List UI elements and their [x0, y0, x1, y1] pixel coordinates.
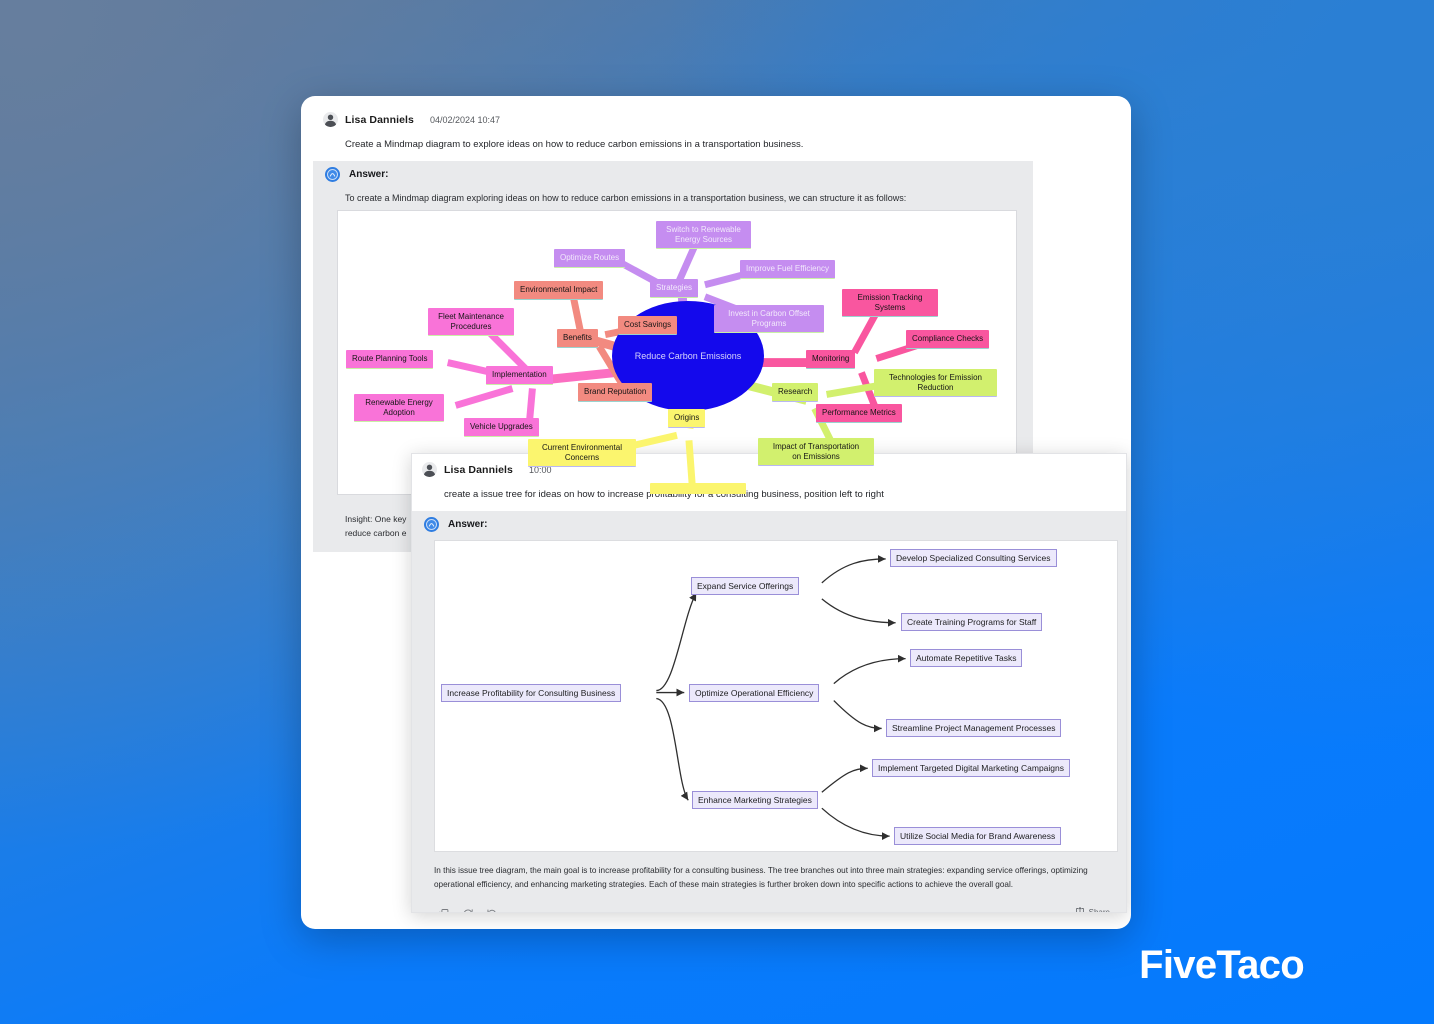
mindmap-node-brand-reputation[interactable]: Brand Reputation [578, 383, 653, 402]
tree-branch-expand-service[interactable]: Expand Service Offerings [691, 577, 800, 596]
mindmap-node-renewable-adoption[interactable]: Renewable Energy Adoption [354, 394, 444, 423]
issue-tree-container: Increase Profitability for Consulting Bu… [412, 538, 1126, 861]
issue-tree-explanation: In this issue tree diagram, the main goa… [412, 860, 1126, 901]
share-icon [1075, 906, 1085, 912]
mindmap-node-performance-metrics[interactable]: Performance Metrics [816, 404, 902, 423]
conversation-card-mindmap: Lisa Danniels 04/02/2024 10:47 Create a … [313, 104, 1033, 553]
copy-icon[interactable] [438, 907, 450, 912]
mindmap-node-environmental-impact[interactable]: Environmental Impact [514, 281, 604, 300]
message-username: Lisa Danniels [345, 113, 414, 126]
mindmap-branch-strategies[interactable]: Strategies [650, 279, 699, 298]
mindmap-node-route-planning-tools[interactable]: Route Planning Tools [346, 350, 434, 369]
ai-assistant-icon [424, 517, 439, 533]
app-window: Lisa Danniels 04/02/2024 10:47 Create a … [301, 96, 1131, 929]
share-button[interactable]: Share [1075, 906, 1110, 913]
undo-icon[interactable] [486, 907, 498, 912]
tree-leaf-develop-specialized[interactable]: Develop Specialized Consulting Services [890, 549, 1057, 568]
ai-assistant-icon [325, 167, 340, 183]
tree-leaf-streamline-pm[interactable]: Streamline Project Management Processes [886, 719, 1062, 738]
conversation-card-issue-tree: Lisa Danniels 10:00 create a issue tree … [411, 453, 1127, 913]
mindmap-node-switch-renewable[interactable]: Switch to Renewable Energy Sources [656, 221, 751, 250]
answer-label: Answer: [349, 169, 389, 181]
tree-root-node[interactable]: Increase Profitability for Consulting Bu… [441, 684, 622, 703]
mindmap-node-carbon-offset[interactable]: Invest in Carbon Offset Programs [714, 305, 824, 334]
mindmap-node-hidden[interactable] [650, 483, 746, 495]
toolbar-actions [438, 907, 498, 912]
mindmap-node-improve-fuel[interactable]: Improve Fuel Efficiency [740, 260, 835, 279]
mindmap-branch-research[interactable]: Research [772, 383, 819, 402]
brand-logo: FiveTaco [1139, 943, 1305, 987]
message-header: Lisa Danniels 04/02/2024 10:47 [313, 104, 1033, 129]
mindmap-branch-origins[interactable]: Origins [668, 409, 706, 428]
regenerate-icon[interactable] [462, 907, 474, 912]
answer-intro-text: To create a Mindmap diagram exploring id… [313, 188, 1033, 211]
mindmap-node-vehicle-upgrades[interactable]: Vehicle Upgrades [464, 418, 539, 437]
answer-toolbar: Share [412, 900, 1126, 913]
mindmap-container: Reduce Carbon Emissions Strategies Switc… [313, 210, 1033, 506]
user-prompt-text: Create a Mindmap diagram to explore idea… [345, 139, 804, 150]
tree-leaf-automate-tasks[interactable]: Automate Repetitive Tasks [910, 649, 1023, 668]
answer-header: Answer: [313, 161, 1033, 189]
issue-tree-canvas: Increase Profitability for Consulting Bu… [434, 540, 1118, 853]
tree-branch-optimize-operational[interactable]: Optimize Operational Efficiency [689, 684, 820, 703]
tree-leaf-digital-marketing[interactable]: Implement Targeted Digital Marketing Cam… [872, 759, 1070, 778]
mindmap-branch-benefits[interactable]: Benefits [557, 329, 598, 348]
mindmap-node-cost-savings[interactable]: Cost Savings [618, 316, 678, 335]
mindmap-node-technologies-emission[interactable]: Technologies for Emission Reduction [874, 369, 997, 398]
mindmap-node-compliance-checks[interactable]: Compliance Checks [906, 330, 990, 349]
mindmap-node-fleet-maintenance[interactable]: Fleet Maintenance Procedures [428, 308, 514, 337]
share-label: Share [1088, 908, 1110, 913]
mindmap-node-current-environmental[interactable]: Current Environmental Concerns [528, 439, 636, 468]
tree-leaf-create-training[interactable]: Create Training Programs for Staff [901, 613, 1043, 632]
answer-header-2: Answer: [412, 511, 1126, 539]
mindmap-node-optimize-routes[interactable]: Optimize Routes [554, 249, 626, 268]
mindmap-node-impact-transportation[interactable]: Impact of Transportation on Emissions [758, 438, 874, 467]
mindmap-branch-monitoring[interactable]: Monitoring [806, 350, 856, 369]
mindmap-canvas: Reduce Carbon Emissions Strategies Switc… [337, 210, 1017, 496]
avatar [323, 112, 338, 127]
mindmap-branch-implementation[interactable]: Implementation [486, 366, 553, 385]
mindmap-node-emission-tracking[interactable]: Emission Tracking Systems [842, 289, 938, 318]
tree-branch-enhance-marketing[interactable]: Enhance Marketing Strategies [692, 791, 818, 810]
message-timestamp: 04/02/2024 10:47 [430, 114, 501, 125]
tree-leaf-social-media[interactable]: Utilize Social Media for Brand Awareness [894, 827, 1062, 846]
answer-label: Answer: [448, 519, 488, 531]
